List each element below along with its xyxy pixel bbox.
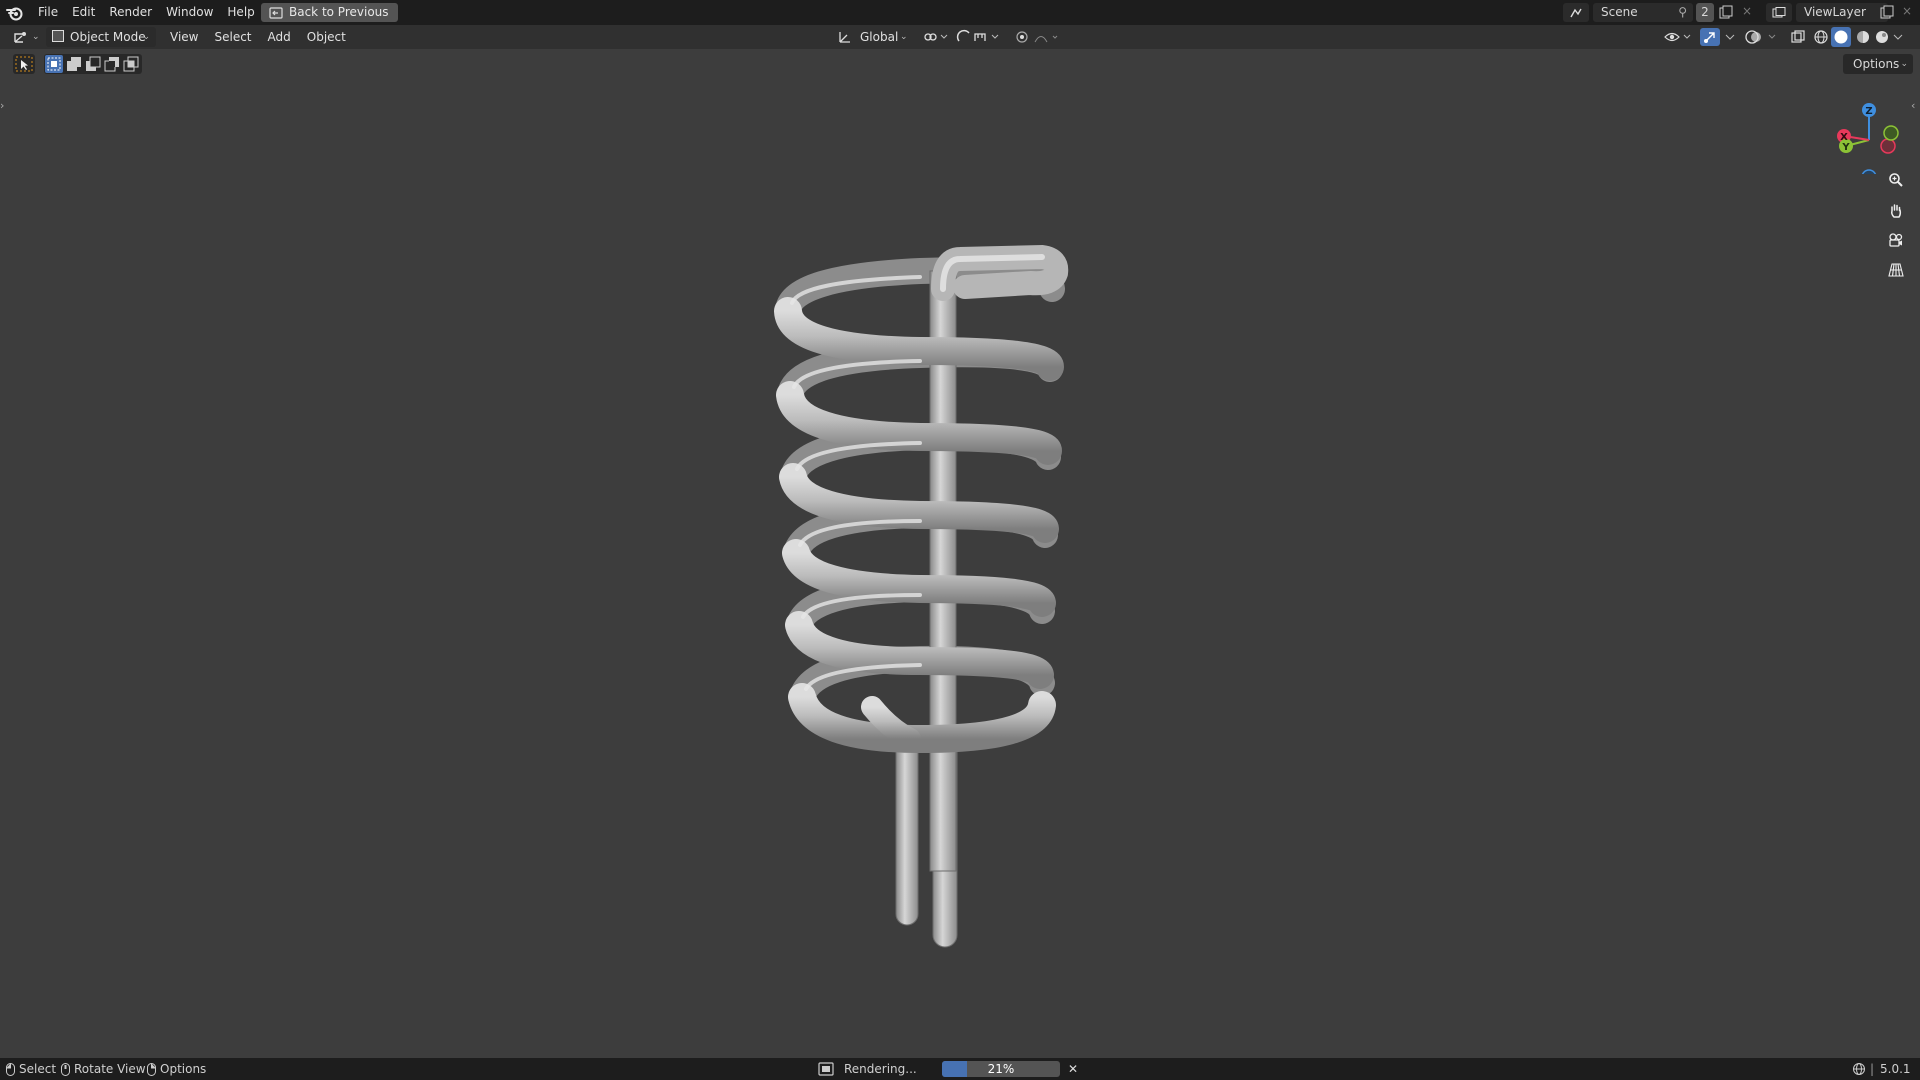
blender-logo-icon[interactable] — [6, 4, 24, 21]
neg-y-axis-icon[interactable] — [1883, 125, 1899, 141]
zoom-view-icon[interactable] — [1883, 167, 1909, 193]
mouse-right-icon — [147, 1063, 156, 1076]
back-arrow-icon — [269, 6, 283, 19]
status-bar: Select Rotate View Options Rendering... … — [0, 1058, 1920, 1080]
menu-edit[interactable]: Edit — [65, 0, 102, 25]
navigation-gizmo[interactable]: Z Y X — [1826, 84, 1906, 174]
render-job-icon — [818, 1062, 834, 1076]
new-scene-icon[interactable] — [1719, 5, 1733, 19]
orientation-label: Global — [860, 30, 899, 44]
selection-subtract-icon[interactable] — [84, 55, 102, 73]
proportional-editing-icon[interactable] — [1015, 30, 1061, 44]
gizmo-x-label: X — [1840, 132, 1848, 143]
view-layer-icon — [1772, 6, 1786, 19]
menu-render[interactable]: Render — [102, 0, 159, 25]
cursor-arrow-icon — [15, 56, 33, 72]
main-menu: File Edit Render Window Help — [31, 0, 262, 25]
status-select: Select — [19, 1062, 57, 1076]
wireframe-shading-icon[interactable] — [1813, 29, 1829, 45]
editor-type-button[interactable]: ⌄ — [10, 27, 40, 47]
select-tool-button[interactable] — [13, 54, 35, 74]
menu-file[interactable]: File — [31, 0, 65, 25]
pan-view-hand-icon[interactable] — [1883, 197, 1909, 223]
mouse-left-icon — [6, 1063, 15, 1076]
mode-dropdown[interactable]: Object Mode ⌄ — [46, 27, 156, 47]
rendered-shading-icon[interactable] — [1874, 29, 1890, 45]
cancel-render-icon[interactable]: ✕ — [1065, 1061, 1081, 1077]
camera-view-icon[interactable] — [1883, 227, 1909, 253]
toolbar-expand-icon[interactable]: › — [0, 99, 4, 112]
snap-icon[interactable] — [956, 29, 1000, 45]
gizmo-y-label: Y — [1841, 142, 1850, 153]
menu-help[interactable]: Help — [220, 0, 261, 25]
status-options: Options — [160, 1062, 207, 1076]
sidebar-expand-icon[interactable]: ‹ — [1911, 99, 1915, 112]
menu-view[interactable]: View — [162, 25, 206, 49]
header-menus: View Select Add Object — [162, 25, 354, 49]
shading-buttons — [1813, 27, 1903, 47]
3d-viewport[interactable]: › ‹ Options ⌄ Z Y X — [0, 49, 1920, 1058]
gizmo-dropdown-icon[interactable] — [1724, 29, 1736, 43]
version-label: 5.0.1 — [1880, 1062, 1911, 1076]
status-rotate-view: Rotate View — [74, 1062, 146, 1076]
neg-x-axis-icon[interactable] — [1880, 138, 1896, 154]
new-view-layer-icon[interactable] — [1880, 5, 1894, 19]
top-bar: File Edit Render Window Help Back to Previou… — [0, 0, 1920, 25]
render-progress-text: 21% — [987, 1062, 1015, 1076]
options-dropdown[interactable]: Options ⌄ — [1843, 54, 1913, 74]
object-mode-icon — [52, 30, 64, 42]
render-progress-bar: 21% — [942, 1061, 1060, 1077]
view-layer-name: ViewLayer — [1804, 5, 1866, 19]
scene-users-count: 2 — [1696, 3, 1714, 22]
selection-set-icon[interactable] — [45, 55, 63, 73]
pin-icon[interactable]: ⚲ — [1678, 3, 1687, 22]
delete-view-layer-icon[interactable]: × — [1902, 4, 1912, 18]
delete-scene-icon[interactable]: × — [1742, 4, 1752, 18]
selection-mode-group — [44, 54, 142, 74]
perspective-toggle-grid-icon[interactable] — [1883, 257, 1909, 283]
options-label: Options — [1853, 57, 1900, 71]
mouse-middle-icon — [61, 1063, 70, 1076]
material-preview-shading-icon[interactable] — [1855, 29, 1871, 45]
scene-browse-button[interactable] — [1563, 3, 1589, 22]
gizmo-z-label: Z — [1865, 106, 1872, 117]
solid-shading-icon[interactable] — [1831, 27, 1851, 47]
menu-select[interactable]: Select — [206, 25, 259, 49]
mode-label: Object Mode — [70, 30, 146, 44]
3d-viewport-icon — [13, 30, 29, 44]
pivot-point-icon[interactable] — [923, 30, 949, 44]
menu-window[interactable]: Window — [159, 0, 220, 25]
transform-orientation-dropdown[interactable]: Global ⌄ — [838, 27, 910, 47]
selection-invert-icon[interactable] — [103, 55, 121, 73]
gizmo-toggle-icon[interactable] — [1700, 28, 1720, 46]
xray-icon[interactable] — [1790, 29, 1806, 45]
view-layer-browse-button[interactable] — [1766, 3, 1792, 22]
back-to-previous-button[interactable]: Back to Previous — [261, 3, 398, 22]
shading-dropdown-icon[interactable] — [1893, 29, 1903, 45]
back-to-previous-label: Back to Previous — [289, 5, 389, 19]
selection-extend-icon[interactable] — [65, 55, 83, 73]
status-divider: | — [1870, 1062, 1875, 1076]
scene-name: Scene — [1601, 5, 1638, 19]
selection-intersect-icon[interactable] — [122, 55, 140, 73]
rendering-label: Rendering... — [844, 1062, 917, 1076]
visibility-icon[interactable] — [1664, 30, 1692, 44]
scene-name-field[interactable]: Scene ⚲ — [1593, 3, 1693, 22]
network-globe-icon[interactable] — [1852, 1062, 1866, 1076]
view-layer-field[interactable]: ViewLayer — [1796, 3, 1888, 22]
menu-object[interactable]: Object — [299, 25, 354, 49]
viewport-header: ⌄ Object Mode ⌄ View Select Add Object Glob… — [0, 25, 1920, 49]
orientation-icon — [838, 30, 852, 44]
menu-add[interactable]: Add — [260, 25, 299, 49]
coiled-tube-model[interactable] — [760, 199, 1080, 969]
overlays-icon[interactable] — [1745, 29, 1779, 45]
neg-z-axis-icon[interactable] — [1861, 169, 1877, 174]
scene-icon — [1569, 7, 1583, 19]
